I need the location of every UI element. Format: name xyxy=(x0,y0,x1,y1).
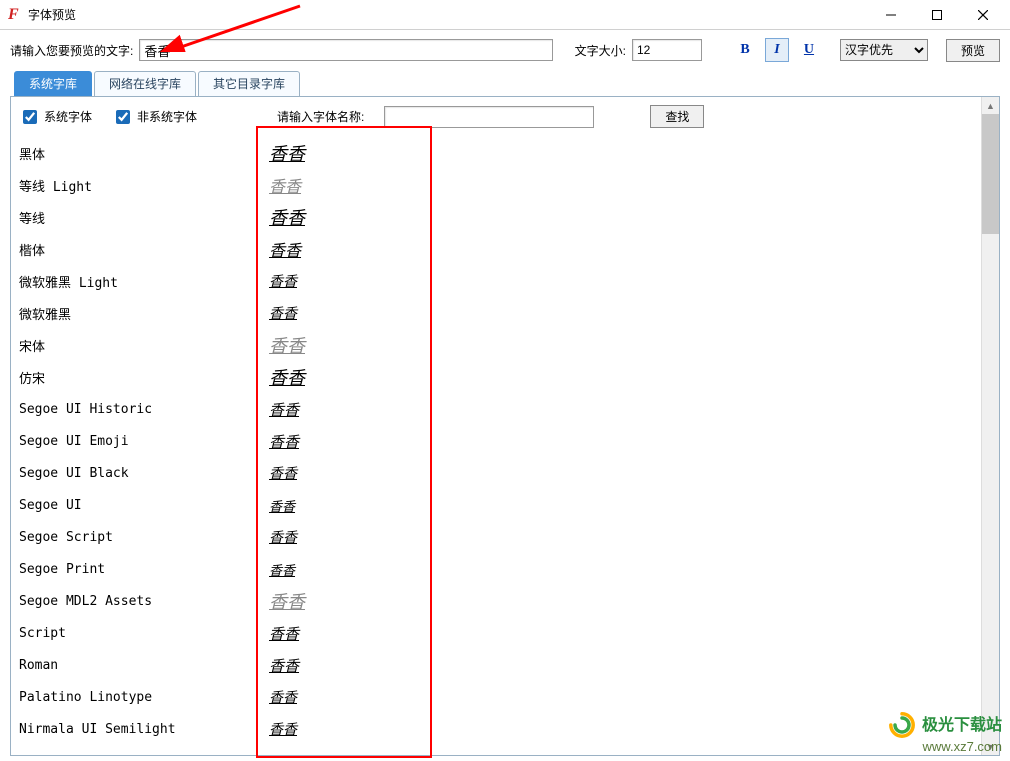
font-row[interactable]: Nirmala UI香香 xyxy=(17,745,981,751)
preview-text-label: 请输入您要预览的文字: xyxy=(10,42,133,59)
checkbox-system-font[interactable]: 系统字体 xyxy=(19,107,92,127)
font-preview-sample: 香香 xyxy=(269,527,297,547)
underline-button[interactable]: U xyxy=(797,38,821,62)
font-size-input[interactable] xyxy=(632,39,702,61)
font-row[interactable]: Roman香香 xyxy=(17,649,981,681)
font-name-label: 微软雅黑 Light xyxy=(17,272,269,291)
font-preview-sample: 香香 xyxy=(269,271,297,291)
vertical-scrollbar[interactable]: ▲ ▼ xyxy=(981,97,999,755)
fontname-input[interactable] xyxy=(384,106,594,128)
font-row[interactable]: Segoe UI香香 xyxy=(17,489,981,521)
font-preview-sample: 香香 xyxy=(269,140,305,166)
checkbox-nonsystem-font-input[interactable] xyxy=(116,110,130,124)
tab-1[interactable]: 网络在线字库 xyxy=(94,71,196,97)
font-row[interactable]: 仿宋香香 xyxy=(17,361,981,393)
font-row[interactable]: Segoe Print香香 xyxy=(17,553,981,585)
font-preview-sample: 香香 xyxy=(269,719,297,739)
font-name-label: Segoe UI xyxy=(17,498,269,513)
font-row[interactable]: Segoe UI Historic香香 xyxy=(17,393,981,425)
font-preview-sample: 香香 xyxy=(269,173,301,197)
tabs-row: 系统字库网络在线字库其它目录字库 xyxy=(0,68,1010,96)
font-name-label: Segoe UI Emoji xyxy=(17,434,269,449)
maximize-button[interactable] xyxy=(914,0,960,30)
watermark-url: www.xz7.com xyxy=(888,739,1002,755)
font-name-label: 微软雅黑 xyxy=(17,304,269,323)
checkbox-system-font-label: 系统字体 xyxy=(44,108,92,125)
font-name-label: Palatino Linotype xyxy=(17,690,269,705)
font-row[interactable]: 微软雅黑香香 xyxy=(17,297,981,329)
font-row[interactable]: 黑体香香 xyxy=(17,137,981,169)
font-name-label: 宋体 xyxy=(17,336,269,355)
font-row[interactable]: Palatino Linotype香香 xyxy=(17,681,981,713)
font-row[interactable]: 等线 Light香香 xyxy=(17,169,981,201)
font-size-label: 文字大小: xyxy=(575,42,626,59)
titlebar: F 字体预览 xyxy=(0,0,1010,30)
find-button[interactable]: 查找 xyxy=(650,105,704,128)
tab-0[interactable]: 系统字库 xyxy=(14,71,92,97)
font-name-label: Segoe MDL2 Assets xyxy=(17,594,269,609)
font-preview-sample: 香香 xyxy=(269,237,301,261)
font-row[interactable]: Segoe MDL2 Assets香香 xyxy=(17,585,981,617)
font-row[interactable]: 宋体香香 xyxy=(17,329,981,361)
priority-dropdown[interactable]: 汉字优先 xyxy=(840,39,928,61)
top-controls: 请输入您要预览的文字: 文字大小: B I U 汉字优先 预览 xyxy=(0,30,1010,68)
font-name-label: 等线 xyxy=(17,208,269,227)
font-preview-sample: 香香 xyxy=(269,399,299,420)
font-preview-sample: 香香 xyxy=(269,364,305,390)
watermark-brand: 极光下载站 xyxy=(922,716,1002,735)
font-preview-sample: 香香 xyxy=(269,303,297,323)
font-name-label: Segoe Script xyxy=(17,530,269,545)
font-preview-sample: 香香 xyxy=(269,431,299,452)
checkbox-nonsystem-font-label: 非系统字体 xyxy=(137,108,197,125)
font-preview-sample: 香香 xyxy=(269,332,305,358)
font-name-label: 楷体 xyxy=(17,240,269,259)
font-preview-sample: 香香 xyxy=(269,687,297,707)
font-name-label: Segoe UI Black xyxy=(17,466,269,481)
font-preview-sample: 香香 xyxy=(269,496,295,515)
font-name-label: Segoe UI Historic xyxy=(17,402,269,417)
font-name-label: Roman xyxy=(17,658,269,673)
font-preview-sample: 香香 xyxy=(269,655,299,676)
font-row[interactable]: Nirmala UI Semilight香香 xyxy=(17,713,981,745)
font-preview-sample: 香香 xyxy=(269,623,299,644)
filter-row: 系统字体 非系统字体 请输入字体名称: 查找 xyxy=(11,97,999,134)
bold-button[interactable]: B xyxy=(733,38,757,62)
scroll-up-button[interactable]: ▲ xyxy=(982,97,999,114)
font-name-label: 等线 Light xyxy=(17,176,269,195)
italic-button[interactable]: I xyxy=(765,38,789,62)
font-name-label: 黑体 xyxy=(17,144,269,163)
font-row[interactable]: 等线香香 xyxy=(17,201,981,233)
app-icon: F xyxy=(8,8,22,22)
font-name-label: 仿宋 xyxy=(17,368,269,387)
watermark-logo-icon xyxy=(888,711,916,739)
font-row[interactable]: Segoe Script香香 xyxy=(17,521,981,553)
panel: 系统字体 非系统字体 请输入字体名称: 查找 黑体香香等线 Light香香等线香… xyxy=(10,96,1000,756)
fontname-label: 请输入字体名称: xyxy=(277,108,364,125)
font-row[interactable]: Segoe UI Emoji香香 xyxy=(17,425,981,457)
preview-button[interactable]: 预览 xyxy=(946,39,1000,62)
preview-text-input[interactable] xyxy=(139,39,552,61)
font-name-label: Nirmala UI Semilight xyxy=(17,722,269,737)
font-list: 黑体香香等线 Light香香等线香香楷体香香微软雅黑 Light香香微软雅黑香香… xyxy=(17,137,981,751)
font-row[interactable]: Script香香 xyxy=(17,617,981,649)
font-row[interactable]: 楷体香香 xyxy=(17,233,981,265)
close-button[interactable] xyxy=(960,0,1006,30)
watermark: 极光下载站 www.xz7.com xyxy=(888,711,1002,755)
font-row[interactable]: 微软雅黑 Light香香 xyxy=(17,265,981,297)
window-title: 字体预览 xyxy=(28,6,868,23)
font-preview-sample: 香香 xyxy=(269,588,305,614)
checkbox-nonsystem-font[interactable]: 非系统字体 xyxy=(112,107,197,127)
font-row[interactable]: Segoe UI Black香香 xyxy=(17,457,981,489)
font-name-label: Script xyxy=(17,626,269,641)
checkbox-system-font-input[interactable] xyxy=(23,110,37,124)
font-preview-sample: 香香 xyxy=(269,463,297,483)
scroll-thumb[interactable] xyxy=(982,114,999,234)
font-name-label: Segoe Print xyxy=(17,562,269,577)
tab-2[interactable]: 其它目录字库 xyxy=(198,71,300,97)
font-preview-sample: 香香 xyxy=(269,204,305,230)
minimize-button[interactable] xyxy=(868,0,914,30)
font-preview-sample: 香香 xyxy=(269,560,295,579)
